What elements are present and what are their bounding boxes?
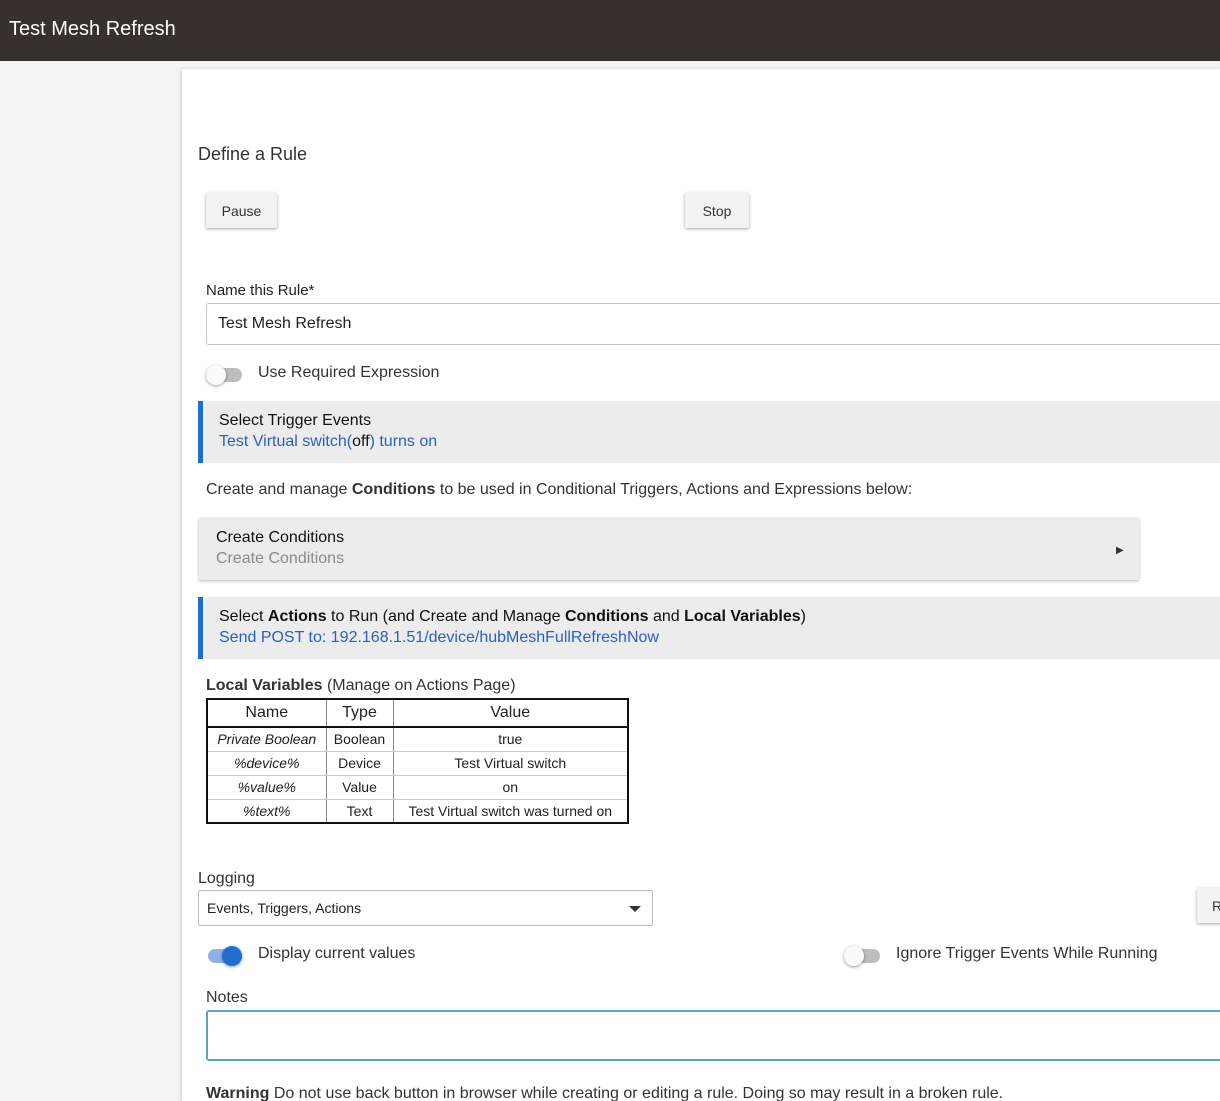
ignore-trigger-events-label: Ignore Trigger Events While Running	[896, 945, 1158, 962]
actions-title-text-3: and	[648, 608, 685, 625]
rule-name-input[interactable]	[206, 303, 1220, 345]
toggle-knob	[222, 946, 242, 966]
variable-name: Private Boolean	[207, 727, 327, 752]
variable-name: %device%	[207, 751, 327, 776]
variable-value: true	[393, 727, 628, 752]
notes-label: Notes	[206, 989, 248, 1006]
conditions-intro-bold: Conditions	[351, 481, 436, 498]
create-conditions-section[interactable]: Create Conditions Create Conditions ▶	[199, 518, 1139, 580]
required-expression-toggle[interactable]	[206, 364, 242, 385]
actions-summary: Send POST to: 192.168.1.51/device/hubMes…	[219, 629, 659, 646]
variable-name: %value%	[207, 775, 327, 800]
actions-title-bold-2: Conditions	[564, 608, 649, 625]
toggle-knob	[206, 365, 226, 385]
actions-title-bold-3: Local Variables	[684, 608, 801, 625]
app-title: Test Mesh Refresh	[9, 18, 176, 40]
trigger-events-title: Select Trigger Events	[219, 412, 372, 429]
actions-title-bold: Actions	[267, 608, 327, 625]
logging-select[interactable]: Events, Triggers, Actions	[198, 890, 653, 926]
actions-title-text: Select	[219, 608, 268, 625]
column-header-value: Value	[393, 699, 628, 728]
actions-title-text-2: to Run (and Create and Manage	[326, 608, 565, 625]
trigger-state-text: off	[352, 433, 370, 450]
actions-title: Select Actions to Run (and Create and Ma…	[219, 608, 806, 626]
table-row: Private Boolean Boolean true	[207, 727, 628, 752]
warning-text: Do not use back button in browser while …	[269, 1085, 1004, 1101]
table-row: %text% Text Test Virtual switch was turn…	[207, 799, 628, 823]
column-header-type: Type	[326, 699, 394, 728]
variable-type: Text	[326, 799, 394, 823]
warning-label: Warning	[206, 1085, 270, 1101]
conditions-intro-text-2: to be used in Conditional Triggers, Acti…	[435, 481, 913, 498]
display-current-values-toggle[interactable]	[206, 945, 242, 966]
create-conditions-title: Create Conditions	[216, 529, 345, 546]
variable-type: Boolean	[326, 727, 394, 752]
create-conditions-subtitle: Create Conditions	[216, 550, 345, 567]
trigger-events-section[interactable]: Select Trigger Events Test Virtual switc…	[198, 401, 1220, 463]
trigger-events-summary: Test Virtual switch(off) turns on	[219, 433, 437, 451]
variable-name: %text%	[207, 799, 327, 823]
toggle-knob	[844, 946, 864, 966]
ignore-trigger-events-toggle[interactable]	[844, 945, 880, 966]
display-current-values-label: Display current values	[258, 945, 416, 962]
notes-input[interactable]	[206, 1010, 1220, 1061]
conditions-intro: Create and manage Conditions to be used …	[206, 481, 912, 499]
required-expression-label: Use Required Expression	[258, 364, 440, 381]
app-header: Test Mesh Refresh	[0, 0, 1220, 61]
local-variables-table: Name Type Value Private Boolean Boolean …	[206, 698, 629, 824]
table-header-row: Name Type Value	[207, 699, 628, 728]
partial-right-button[interactable]: R	[1197, 888, 1220, 923]
variable-value: Test Virtual switch was turned on	[408, 802, 613, 819]
local-variables-caption-bold: Local Variables	[206, 677, 323, 694]
actions-title-text-4: )	[800, 608, 806, 625]
trigger-device-text: Test Virtual switch(	[219, 433, 353, 450]
table-row: %value% Value on	[207, 775, 628, 800]
logging-label: Logging	[198, 870, 255, 887]
local-variables-caption: Local Variables (Manage on Actions Page)	[206, 677, 516, 695]
caret-down-icon	[629, 906, 641, 912]
table-row: %device% Device Test Virtual switch	[207, 751, 628, 776]
column-header-name: Name	[207, 699, 327, 728]
rule-name-label: Name this Rule*	[206, 282, 315, 299]
variable-value: Test Virtual switch	[393, 751, 628, 776]
pause-button[interactable]: Pause	[206, 193, 277, 228]
logging-selected-value: Events, Triggers, Actions	[207, 900, 362, 916]
variable-type: Value	[326, 775, 394, 800]
variable-type: Device	[326, 751, 394, 776]
trigger-action-text: ) turns on	[369, 433, 438, 450]
variable-value: on	[393, 775, 628, 800]
triangle-right-icon: ▶	[1116, 545, 1124, 556]
local-variables-caption-text: (Manage on Actions Page)	[322, 677, 516, 694]
warning-message: Warning Do not use back button in browse…	[206, 1085, 1003, 1101]
stop-button[interactable]: Stop	[685, 193, 749, 228]
actions-section[interactable]: Select Actions to Run (and Create and Ma…	[198, 597, 1220, 659]
page-title: Define a Rule	[198, 144, 308, 164]
conditions-intro-text: Create and manage	[206, 481, 352, 498]
